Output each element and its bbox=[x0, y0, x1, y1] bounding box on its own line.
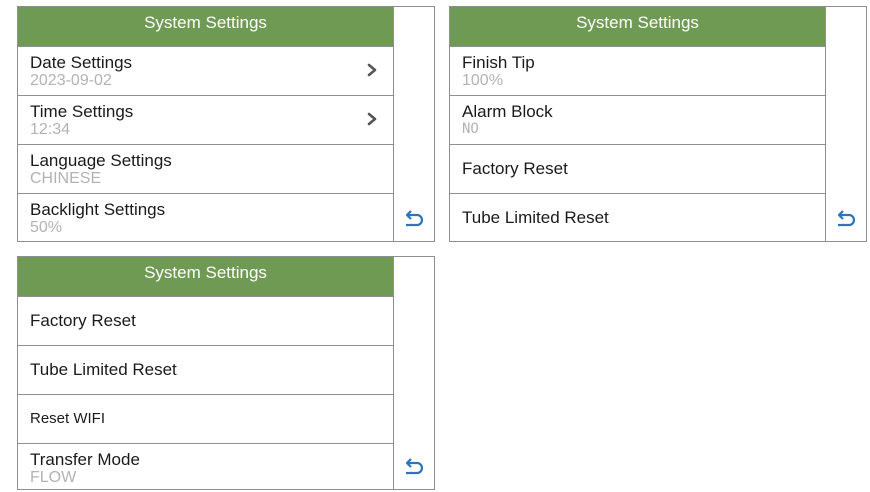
item-label: Alarm Block bbox=[462, 102, 553, 121]
backlight-settings-item[interactable]: Backlight Settings 50% bbox=[18, 193, 393, 242]
chevron-right-icon bbox=[367, 112, 377, 126]
item-label: Finish Tip bbox=[462, 53, 535, 72]
alarm-block-item[interactable]: Alarm Block NO bbox=[450, 95, 825, 144]
item-label: Reset WIFI bbox=[30, 410, 106, 427]
reset-wifi-item[interactable]: Reset WIFI bbox=[18, 394, 393, 443]
item-label: Language Settings bbox=[30, 151, 172, 170]
finish-tip-item[interactable]: Finish Tip 100% bbox=[450, 46, 825, 95]
item-label: Backlight Settings bbox=[30, 200, 166, 219]
screen-title: System Settings bbox=[18, 257, 393, 296]
settings-screen-reset-transfer: System Settings Factory Reset Tube Limit… bbox=[17, 256, 435, 490]
item-value: CHINESE bbox=[30, 170, 102, 187]
factory-reset-item[interactable]: Factory Reset bbox=[18, 296, 393, 345]
settings-list: System Settings Factory Reset Tube Limit… bbox=[18, 257, 394, 489]
item-label: Factory Reset bbox=[462, 159, 568, 178]
item-label: Transfer Mode bbox=[30, 450, 140, 469]
tube-limited-reset-item[interactable]: Tube Limited Reset bbox=[18, 345, 393, 394]
date-settings-item[interactable]: Date Settings 2023-09-02 bbox=[18, 46, 393, 95]
chevron-right-icon bbox=[367, 63, 377, 77]
item-label: Tube Limited Reset bbox=[30, 360, 177, 379]
item-label: Date Settings bbox=[30, 53, 133, 72]
factory-reset-item[interactable]: Factory Reset bbox=[450, 144, 825, 193]
item-value: 12:34 bbox=[30, 121, 71, 138]
item-label: Factory Reset bbox=[30, 311, 136, 330]
back-arrow-icon[interactable] bbox=[402, 457, 426, 477]
transfer-mode-item[interactable]: Transfer Mode FLOW bbox=[18, 443, 393, 492]
settings-screen-date-time: System Settings Date Settings 2023-09-02… bbox=[17, 6, 435, 242]
back-arrow-icon[interactable] bbox=[402, 209, 426, 229]
item-value: FLOW bbox=[30, 469, 77, 486]
tube-limited-reset-item[interactable]: Tube Limited Reset bbox=[450, 193, 825, 242]
language-settings-item[interactable]: Language Settings CHINESE bbox=[18, 144, 393, 193]
settings-screen-finish-alarm: System Settings Finish Tip 100% Alarm Bl… bbox=[449, 6, 867, 242]
settings-list: System Settings Date Settings 2023-09-02… bbox=[18, 7, 394, 241]
item-value: 100% bbox=[462, 72, 503, 89]
item-label: Time Settings bbox=[30, 102, 134, 121]
item-value: 50% bbox=[30, 219, 63, 236]
settings-list: System Settings Finish Tip 100% Alarm Bl… bbox=[450, 7, 826, 241]
item-value: NO bbox=[462, 121, 479, 137]
item-label: Tube Limited Reset bbox=[462, 208, 609, 227]
screen-title: System Settings bbox=[450, 7, 825, 46]
screen-title: System Settings bbox=[18, 7, 393, 46]
time-settings-item[interactable]: Time Settings 12:34 bbox=[18, 95, 393, 144]
item-value: 2023-09-02 bbox=[30, 72, 112, 89]
back-arrow-icon[interactable] bbox=[834, 209, 858, 229]
